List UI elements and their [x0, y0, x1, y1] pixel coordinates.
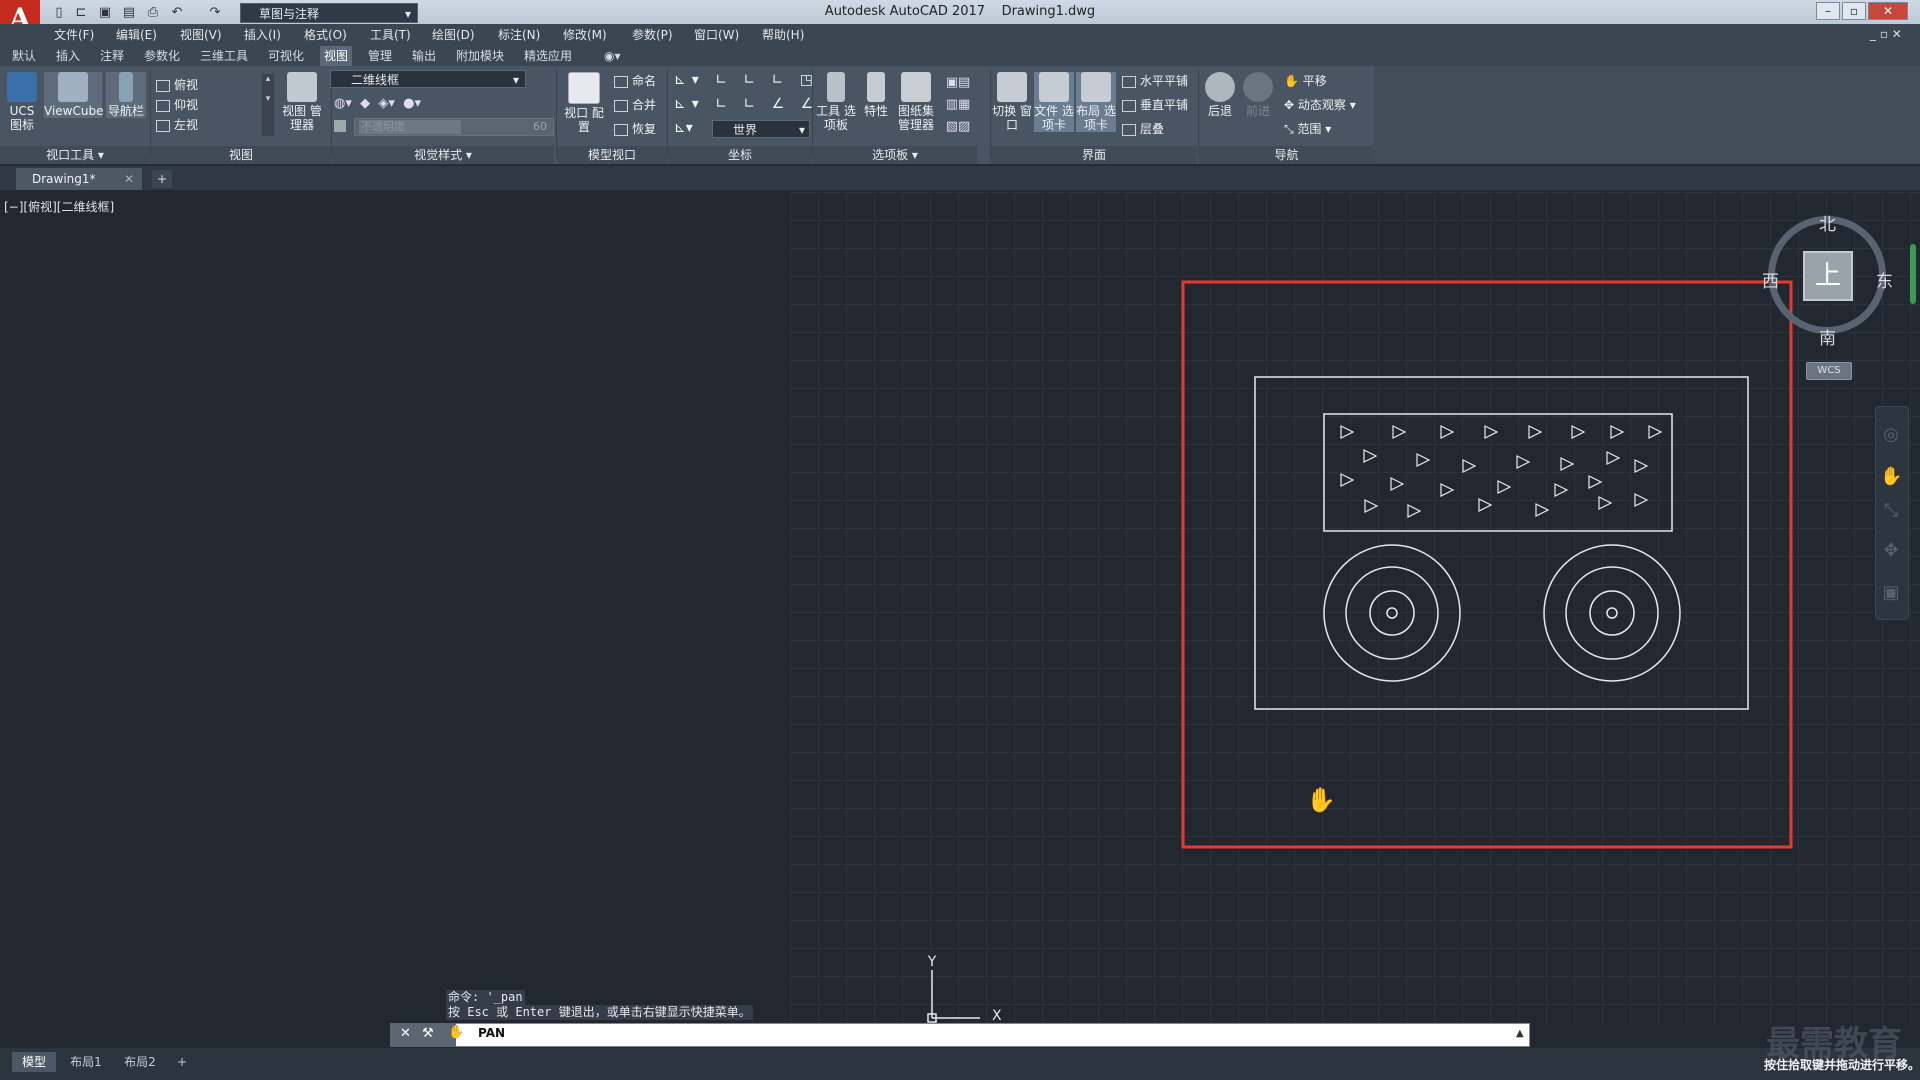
status-bar	[0, 1048, 1920, 1080]
hatch-triangle	[1535, 503, 1550, 517]
hatch-triangle	[1497, 480, 1512, 494]
compass-east[interactable]: 东	[1876, 267, 1893, 292]
drawing-geometry: Y X ✋	[927, 280, 1793, 1024]
wcs-menu[interactable]: WCS	[1806, 362, 1852, 380]
hatch-triangle	[1478, 498, 1493, 512]
hatch-triangle	[1588, 475, 1603, 489]
hatch-triangle	[1484, 425, 1499, 439]
hatch-box	[1323, 413, 1673, 532]
ucs-x-label: X	[992, 1008, 1002, 1024]
hatch-triangle	[1390, 477, 1405, 491]
command-history: 命令: '_pan 按 Esc 或 Enter 键退出，或单击右键显示快捷菜单。	[446, 990, 753, 1020]
steering-wheel-icon[interactable]: ◎	[1880, 424, 1902, 446]
customize-wrench-icon[interactable]: ⚒	[422, 1026, 434, 1041]
hatch-triangle	[1528, 425, 1543, 439]
canvas-edge-marker	[1910, 244, 1916, 304]
hatch-triangle	[1462, 459, 1477, 473]
command-line[interactable]	[390, 1023, 1530, 1047]
layout-tab-layout1[interactable]: 布局1	[62, 1052, 110, 1072]
hatch-triangle	[1416, 453, 1431, 467]
hatch-triangle	[1648, 425, 1663, 439]
compass-west[interactable]: 西	[1762, 267, 1779, 292]
compass-south[interactable]: 南	[1819, 324, 1836, 349]
hatch-triangle	[1634, 493, 1649, 507]
hand-cursor-icon: ✋	[1306, 786, 1336, 814]
circle-group-left	[1323, 544, 1461, 682]
hatch-triangle	[1363, 449, 1378, 463]
hatch-triangle	[1516, 455, 1531, 469]
layout-tab-model[interactable]: 模型	[12, 1052, 56, 1072]
hatch-triangle	[1634, 459, 1649, 473]
status-prompt: 按住拾取键并拖动进行平移。	[1764, 1058, 1920, 1072]
command-history-line: 按 Esc 或 Enter 键退出，或单击右键显示快捷菜单。	[446, 1005, 753, 1020]
hatch-triangle	[1340, 425, 1355, 439]
compass-north[interactable]: 北	[1819, 210, 1836, 235]
hatch-triangle	[1440, 483, 1455, 497]
hatch-triangle	[1554, 483, 1569, 497]
outline-rect	[1254, 376, 1749, 710]
close-command-icon[interactable]: ✕	[400, 1026, 411, 1041]
hatch-triangle	[1606, 451, 1621, 465]
command-history-line: 命令: '_pan	[446, 990, 525, 1005]
command-hand-icon: ✋▾	[448, 1025, 471, 1040]
add-layout-button[interactable]: +	[172, 1052, 192, 1072]
layout-tab-layout2[interactable]: 布局2	[116, 1052, 164, 1072]
orbit-icon[interactable]: ✥	[1880, 540, 1902, 562]
hatch-triangle	[1392, 425, 1407, 439]
hatch-triangle	[1364, 499, 1379, 513]
hatch-triangle	[1340, 473, 1355, 487]
command-history-toggle-icon[interactable]: ▲	[1516, 1028, 1524, 1039]
viewcube-top-face[interactable]: 上	[1803, 251, 1853, 301]
hatch-triangle	[1560, 457, 1575, 471]
hatch-triangles	[1340, 425, 1663, 518]
hatch-triangle	[1598, 496, 1613, 510]
pan-icon[interactable]: ✋	[1880, 466, 1902, 488]
command-input[interactable]: PAN	[478, 1026, 505, 1040]
showmotion-icon[interactable]: ▣	[1880, 582, 1902, 604]
hatch-triangle	[1610, 425, 1625, 439]
circle-group-right	[1543, 544, 1681, 682]
hatch-triangle	[1571, 425, 1586, 439]
ucs-axis-icon	[927, 970, 980, 1023]
hatch-triangle	[1440, 425, 1455, 439]
zoom-icon[interactable]: ⤡	[1880, 500, 1902, 522]
ucs-y-label: Y	[927, 954, 937, 970]
highlight-rect	[1181, 280, 1793, 849]
hatch-triangle	[1407, 504, 1422, 518]
